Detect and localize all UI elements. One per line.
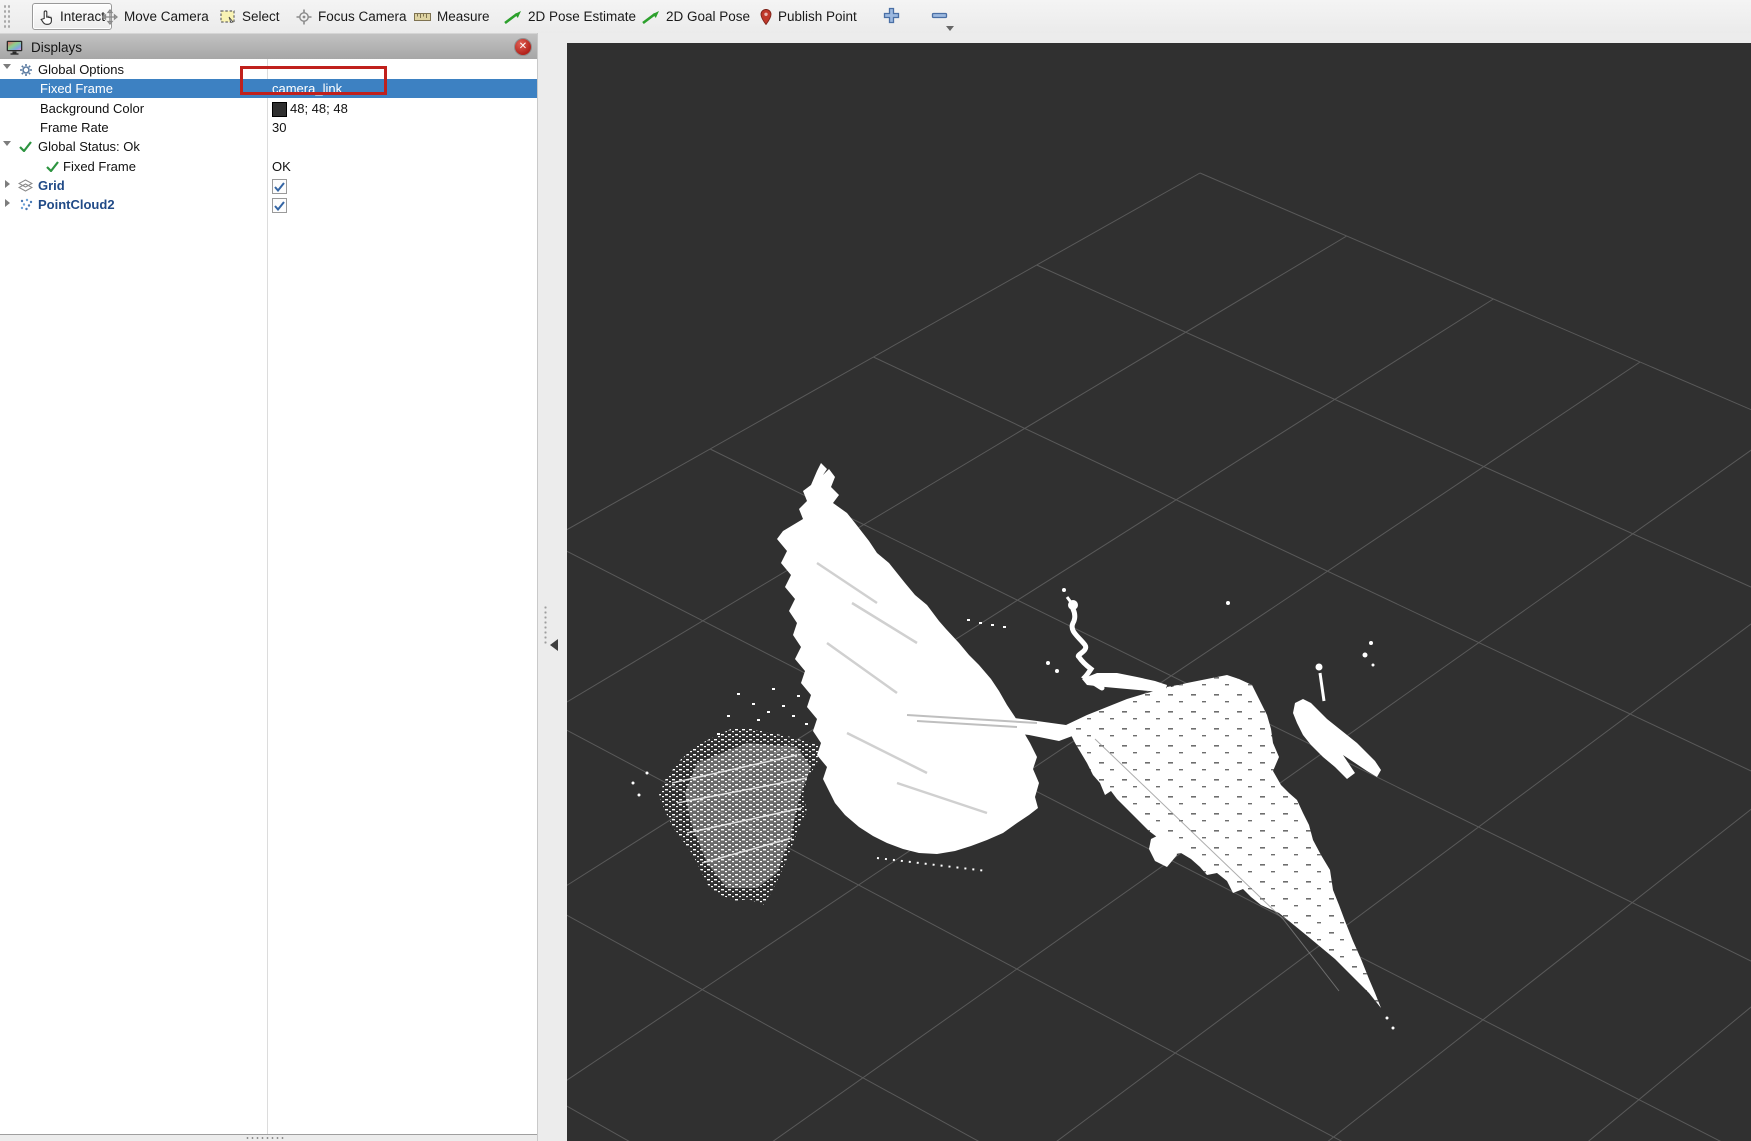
row-label: Fixed Frame [40, 81, 113, 96]
tool-2d-pose-estimate[interactable]: 2D Pose Estimate [498, 3, 642, 30]
tree-row-global-options[interactable]: Global Options [0, 60, 537, 79]
row-label: PointCloud2 [38, 197, 115, 212]
property-column-divider[interactable] [267, 59, 268, 1135]
selection-box-icon [220, 10, 236, 24]
row-label: Global Status: Ok [38, 139, 140, 154]
panel-collapse-splitter[interactable] [537, 33, 568, 1141]
tool-2d-goal-pose[interactable]: 2D Goal Pose [636, 3, 756, 30]
background-color-value[interactable]: 48; 48; 48 [290, 101, 348, 116]
tool-focus-camera[interactable]: Focus Camera [290, 3, 413, 30]
pointcloud2-enabled-checkbox[interactable] [272, 198, 287, 213]
toolbar: Interact Move Camera Select Focus Camera… [0, 0, 1751, 34]
chevron-down-icon[interactable] [3, 141, 11, 146]
tree-row-background-color[interactable]: Background Color 48; 48; 48 [0, 99, 537, 118]
displays-panel-titlebar[interactable]: Displays ✕ [0, 33, 537, 60]
tree-row-fixed-frame[interactable]: Fixed Frame camera_link [0, 79, 537, 98]
chevron-right-icon[interactable] [5, 199, 10, 207]
tool-measure[interactable]: Measure [408, 3, 496, 30]
check-icon [18, 139, 33, 154]
3d-viewport[interactable] [567, 43, 1751, 1141]
tool-select[interactable]: Select [214, 3, 286, 30]
tool-label: 2D Pose Estimate [528, 9, 636, 24]
row-label: Grid [38, 178, 65, 193]
close-icon[interactable]: ✕ [514, 38, 532, 56]
green-arrow-icon [642, 10, 660, 24]
grid-icon [18, 178, 33, 193]
grid-enabled-checkbox[interactable] [272, 179, 287, 194]
displays-tree: Global Options Fixed Frame camera_link B… [0, 59, 537, 1135]
viewport-background [567, 43, 1751, 1141]
monitor-icon [6, 40, 23, 55]
chevron-down-icon[interactable] [3, 64, 11, 69]
tree-row-global-status[interactable]: Global Status: Ok [0, 137, 537, 156]
move-arrows-icon [102, 9, 118, 25]
minus-icon [931, 7, 948, 27]
toolbar-overflow-caret[interactable] [946, 26, 954, 31]
color-swatch[interactable] [272, 102, 287, 117]
tree-row-pointcloud2[interactable]: PointCloud2 [0, 195, 537, 214]
tree-row-grid[interactable]: Grid [0, 176, 537, 195]
panel-title-label: Displays [31, 40, 82, 55]
tool-publish-point[interactable]: Publish Point [754, 3, 863, 30]
tool-move-camera[interactable]: Move Camera [96, 3, 215, 30]
fixed-frame-value[interactable]: camera_link [272, 81, 342, 96]
tool-label: Focus Camera [318, 9, 407, 24]
splitter-grip-icon [245, 1136, 285, 1140]
tool-label: Publish Point [778, 9, 857, 24]
plus-icon [883, 7, 900, 27]
frame-rate-value[interactable]: 30 [272, 120, 286, 135]
left-triangle-icon[interactable] [550, 639, 558, 651]
fixed-frame-status-value: OK [272, 159, 291, 174]
displays-panel: Displays ✕ Global Options Fixed Frame ca… [0, 33, 538, 1141]
row-label: Frame Rate [40, 120, 109, 135]
hand-icon [39, 9, 54, 25]
tool-label: 2D Goal Pose [666, 9, 750, 24]
main-area [537, 33, 1751, 1141]
pointcloud-icon [18, 197, 33, 212]
rviz-window: Interact Move Camera Select Focus Camera… [0, 0, 1751, 1141]
gear-icon [18, 62, 33, 77]
tree-row-frame-rate[interactable]: Frame Rate 30 [0, 118, 537, 137]
green-arrow-icon [504, 10, 522, 24]
toolbar-drag-handle[interactable] [3, 4, 10, 29]
check-icon [45, 159, 60, 174]
tool-label: Move Camera [124, 9, 209, 24]
crosshair-icon [296, 9, 312, 25]
tree-row-fixed-frame-status[interactable]: Fixed Frame OK [0, 157, 537, 176]
row-label: Global Options [38, 62, 124, 77]
row-label: Background Color [40, 101, 144, 116]
row-label: Fixed Frame [63, 159, 136, 174]
map-pin-icon [760, 9, 772, 25]
ruler-icon [414, 12, 431, 22]
chevron-right-icon[interactable] [5, 180, 10, 188]
tool-label: Measure [437, 9, 490, 24]
add-tool-button[interactable] [876, 5, 906, 29]
tool-label: Select [242, 9, 280, 24]
panel-splitter[interactable] [0, 1134, 537, 1141]
splitter-grip-icon [543, 605, 549, 645]
